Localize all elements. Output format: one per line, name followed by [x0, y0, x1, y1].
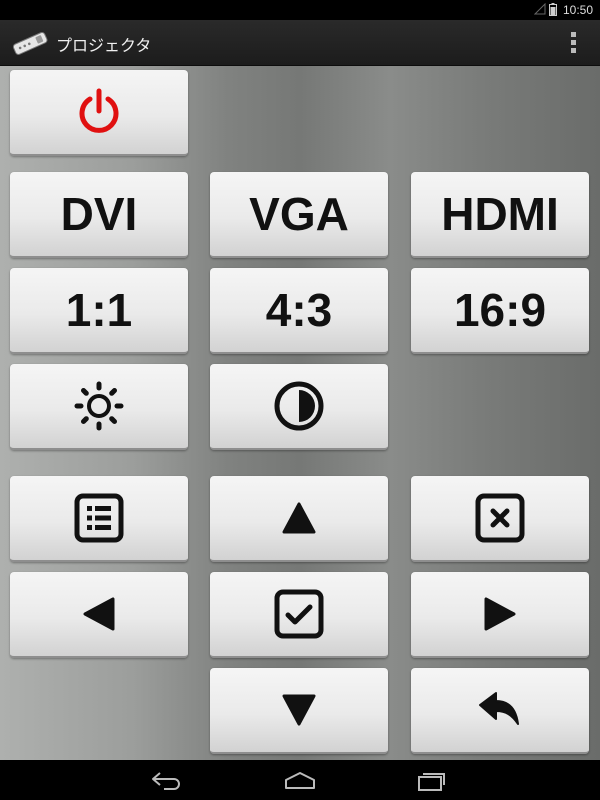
menu-list-icon	[74, 493, 124, 543]
app-title: プロジェクタ	[56, 36, 152, 55]
overflow-menu-icon[interactable]	[566, 30, 582, 56]
ratio-1-1-label: 1:1	[65, 284, 133, 336]
ratio-4-3-label: 4:3	[265, 284, 333, 336]
arrow-right-icon	[484, 597, 516, 631]
brightness-button[interactable]	[10, 364, 188, 450]
signal-icon	[534, 3, 546, 15]
right-button[interactable]	[411, 572, 589, 658]
ratio-1-1-button[interactable]: 1:1	[10, 268, 188, 354]
dvi-label: DVI	[60, 188, 138, 240]
contrast-button[interactable]	[210, 364, 388, 450]
checkbox-icon	[274, 589, 324, 639]
navigation-bar	[0, 760, 600, 800]
vga-button[interactable]: VGA	[210, 172, 388, 258]
back-icon[interactable]	[150, 770, 184, 790]
action-bar: プロジェクタ	[0, 20, 600, 67]
status-bar: 10:50	[0, 0, 600, 20]
home-icon[interactable]	[283, 770, 317, 790]
close-box-icon	[475, 493, 525, 543]
vga-label: VGA	[249, 188, 349, 240]
hdmi-label: HDMI	[441, 188, 559, 240]
down-button[interactable]	[210, 668, 388, 754]
ratio-4-3-button[interactable]: 4:3	[210, 268, 388, 354]
recents-icon[interactable]	[416, 770, 446, 792]
ratio-16-9-button[interactable]: 16:9	[411, 268, 589, 354]
menu-button[interactable]	[10, 476, 188, 562]
back-button[interactable]	[411, 668, 589, 754]
status-clock: 10:50	[563, 3, 594, 17]
close-button[interactable]	[411, 476, 589, 562]
brightness-icon	[74, 381, 124, 431]
up-button[interactable]	[210, 476, 388, 562]
remote-control-icon[interactable]	[10, 30, 50, 56]
contrast-icon	[274, 381, 324, 431]
arrow-left-icon	[83, 597, 115, 631]
return-arrow-icon	[479, 692, 519, 725]
enter-button[interactable]	[210, 572, 388, 658]
ratio-16-9-label: 16:9	[453, 284, 547, 336]
battery-icon	[549, 3, 557, 16]
dvi-button[interactable]: DVI	[10, 172, 188, 258]
power-button[interactable]	[10, 70, 188, 156]
hdmi-button[interactable]: HDMI	[411, 172, 589, 258]
left-button[interactable]	[10, 572, 188, 658]
arrow-up-icon	[282, 502, 316, 534]
arrow-down-icon	[282, 694, 316, 726]
power-icon	[79, 88, 119, 133]
